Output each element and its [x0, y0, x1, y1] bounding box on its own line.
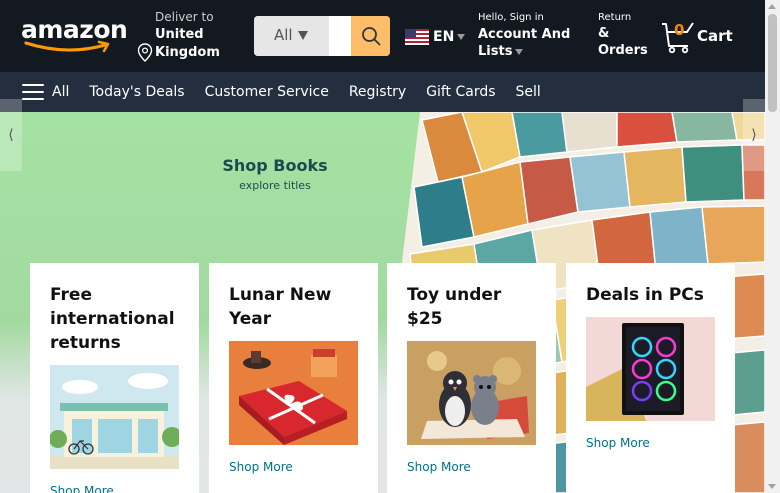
- store-illustration-image: [49, 365, 182, 469]
- search-category-select[interactable]: All: [254, 16, 329, 56]
- chevron-down-icon: [297, 31, 308, 40]
- scroll-down-arrow-icon[interactable]: [768, 484, 776, 489]
- shop-more-link[interactable]: Shop More: [407, 460, 536, 474]
- nav-item-customer-service[interactable]: Customer Service: [205, 84, 329, 100]
- hero-title: Shop Books: [222, 156, 328, 175]
- account-menu[interactable]: Hello, Sign in Account And Lists: [478, 12, 573, 60]
- language-selector[interactable]: EN: [405, 27, 466, 47]
- chevron-right-icon: ⟩: [751, 127, 757, 143]
- deliver-location: United Kingdom: [155, 27, 220, 60]
- search-icon: [361, 27, 380, 46]
- card-pc-deals[interactable]: Deals in PCs Shop More: [566, 263, 735, 493]
- carousel-prev-button[interactable]: ⟨: [0, 99, 22, 171]
- cart-button[interactable]: 0 Cart: [660, 20, 740, 56]
- page-scrollbar[interactable]: [765, 0, 780, 493]
- nav-item-todays-deals[interactable]: Today's Deals: [89, 84, 184, 100]
- scroll-up-arrow-icon[interactable]: [768, 4, 776, 9]
- search-bar: All: [254, 16, 390, 56]
- search-button[interactable]: [351, 16, 390, 56]
- card-toys[interactable]: Toy under $25 Shop More: [387, 263, 556, 493]
- search-input[interactable]: [329, 16, 351, 56]
- nav-item-registry[interactable]: Registry: [349, 84, 406, 100]
- hamburger-menu-icon[interactable]: [22, 84, 44, 100]
- chevron-down-icon: [515, 48, 524, 55]
- card-title: Lunar New Year: [229, 285, 332, 329]
- chevron-down-icon: [457, 34, 466, 40]
- deliver-to-label: Deliver to: [155, 10, 214, 24]
- top-nav: amazon Deliver to United Kingdom All EN: [0, 0, 765, 72]
- nav-item-sell[interactable]: Sell: [516, 84, 541, 100]
- search-category-label: All: [274, 26, 293, 44]
- language-code: EN: [433, 29, 455, 45]
- card-title: Deals in PCs: [586, 285, 704, 305]
- us-flag-icon: [405, 29, 429, 45]
- nav-all[interactable]: All: [52, 84, 69, 100]
- gaming-pc-image: [586, 317, 715, 421]
- hero-subtitle: explore titles: [239, 179, 311, 192]
- carousel-next-button[interactable]: ⟩: [743, 99, 765, 171]
- logo-smile-icon: [24, 40, 110, 53]
- shop-more-link[interactable]: Shop More: [50, 484, 179, 493]
- card-lunar-new-year[interactable]: Lunar New Year Shop More: [209, 263, 378, 493]
- location-pin-icon: [137, 43, 153, 62]
- account-label: Account And Lists: [478, 27, 571, 59]
- secondary-nav: All Today's Deals Customer Service Regis…: [0, 72, 765, 112]
- nav-item-gift-cards[interactable]: Gift Cards: [426, 84, 495, 100]
- shop-more-link[interactable]: Shop More: [229, 460, 358, 474]
- card-title: Toy under $25: [407, 285, 502, 329]
- returns-label: Return: [598, 12, 632, 23]
- chevron-left-icon: ⟨: [8, 127, 14, 143]
- card-title: Free international returns: [50, 285, 175, 353]
- orders-label: & Orders: [598, 26, 648, 58]
- account-greeting: Hello, Sign in: [478, 12, 544, 23]
- deliver-to[interactable]: Deliver to United Kingdom: [137, 10, 237, 62]
- cart-count: 0: [674, 21, 685, 39]
- plush-toys-image: [407, 341, 536, 445]
- card-free-returns[interactable]: Free international returns Shop More: [30, 263, 199, 493]
- scrollbar-thumb[interactable]: [768, 14, 777, 112]
- shop-more-link[interactable]: Shop More: [586, 436, 715, 450]
- returns-orders[interactable]: Return & Orders: [598, 12, 653, 59]
- gifts-image: [229, 341, 358, 445]
- cart-label: Cart: [697, 27, 733, 45]
- amazon-logo[interactable]: amazon: [21, 16, 128, 53]
